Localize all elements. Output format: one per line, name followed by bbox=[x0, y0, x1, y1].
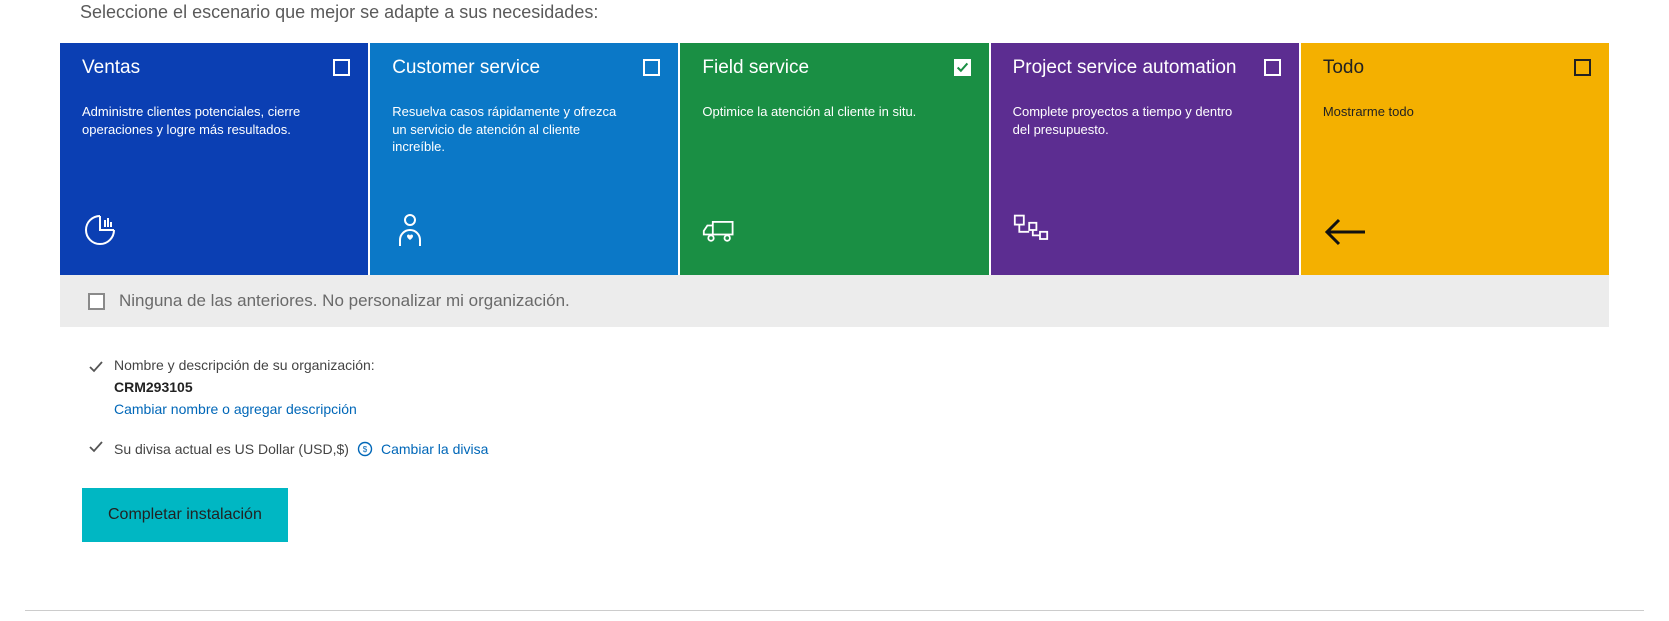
org-info-row: Nombre y descripción de su organización:… bbox=[60, 357, 1609, 417]
svg-text:$: $ bbox=[363, 445, 368, 454]
tile-title: Ventas bbox=[82, 57, 350, 79]
person-heart-icon bbox=[392, 212, 428, 253]
tile-desc: Mostrarme todo bbox=[1323, 103, 1563, 121]
tile-project-service[interactable]: Project service automation Complete proy… bbox=[991, 43, 1299, 275]
tile-desc: Resuelva casos rápidamente y ofrezca un … bbox=[392, 103, 632, 156]
scenario-tiles: Ventas Administre clientes potenciales, … bbox=[60, 43, 1609, 275]
none-option-bar: Ninguna de las anteriores. No personaliz… bbox=[60, 275, 1609, 327]
none-option-label: Ninguna de las anteriores. No personaliz… bbox=[119, 291, 570, 311]
check-icon bbox=[88, 359, 104, 378]
tile-customer-service[interactable]: Customer service Resuelva casos rápidame… bbox=[370, 43, 678, 275]
pie-chart-icon bbox=[82, 212, 118, 253]
complete-installation-button[interactable]: Completar instalación bbox=[82, 488, 288, 542]
org-edit-link[interactable]: Cambiar nombre o agregar descripción bbox=[114, 401, 375, 417]
currency-edit-link[interactable]: Cambiar la divisa bbox=[381, 441, 488, 457]
tile-desc: Optimice la atención al cliente in situ. bbox=[702, 103, 942, 121]
checkbox-project[interactable] bbox=[1264, 59, 1281, 76]
checkbox-none[interactable] bbox=[88, 293, 105, 310]
tile-desc: Complete proyectos a tiempo y dentro del… bbox=[1013, 103, 1253, 138]
checkbox-customer[interactable] bbox=[643, 59, 660, 76]
checkbox-sales[interactable] bbox=[333, 59, 350, 76]
tile-field-service[interactable]: Field service Optimice la atención al cl… bbox=[680, 43, 988, 275]
currency-icon: $ bbox=[357, 440, 373, 457]
checkbox-all[interactable] bbox=[1574, 59, 1591, 76]
hierarchy-icon bbox=[1013, 212, 1049, 253]
currency-info-row: Su divisa actual es US Dollar (USD,$) $ … bbox=[60, 439, 1609, 458]
tile-desc: Administre clientes potenciales, cierre … bbox=[82, 103, 322, 138]
truck-icon bbox=[702, 212, 738, 253]
check-icon bbox=[88, 439, 104, 458]
currency-label: Su divisa actual es US Dollar (USD,$) bbox=[114, 441, 349, 457]
org-label: Nombre y descripción de su organización: bbox=[114, 357, 375, 373]
checkbox-field[interactable] bbox=[954, 59, 971, 76]
tile-all[interactable]: Todo Mostrarme todo bbox=[1301, 43, 1609, 275]
tile-title: Customer service bbox=[392, 57, 660, 79]
tile-title: Field service bbox=[702, 57, 970, 79]
arrow-left-icon bbox=[1323, 216, 1367, 253]
intro-text: Seleccione el escenario que mejor se ada… bbox=[60, 2, 1609, 23]
tile-title: Project service automation bbox=[1013, 57, 1281, 79]
divider bbox=[25, 610, 1644, 611]
org-name: CRM293105 bbox=[114, 379, 375, 395]
tile-title: Todo bbox=[1323, 57, 1591, 79]
tile-sales[interactable]: Ventas Administre clientes potenciales, … bbox=[60, 43, 368, 275]
